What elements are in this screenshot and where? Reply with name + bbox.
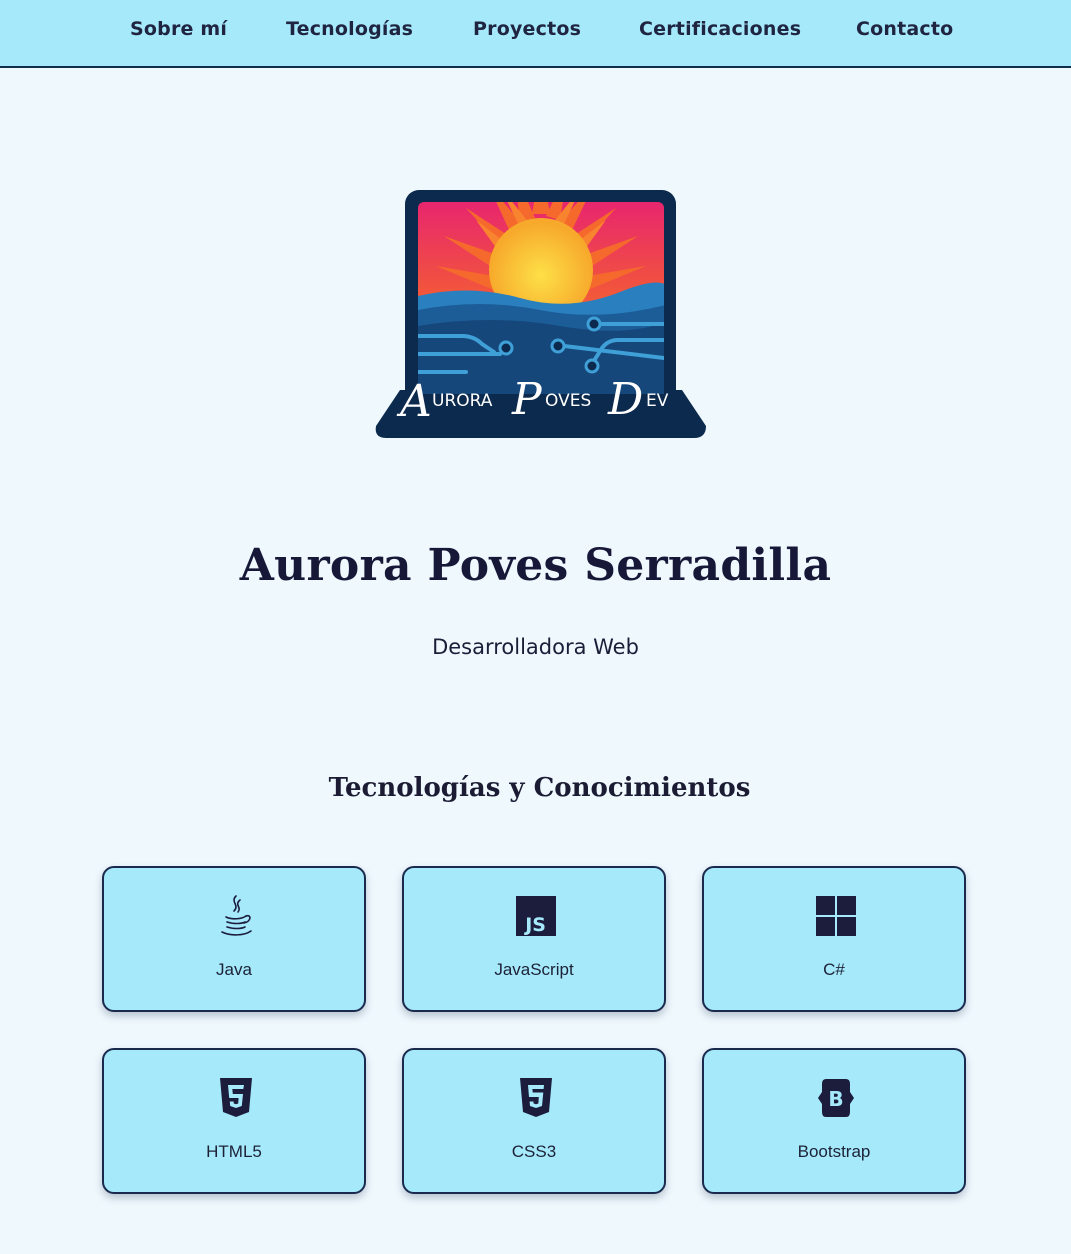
windows-icon xyxy=(816,894,856,938)
nav-link-certificaciones[interactable]: Certificaciones xyxy=(639,18,801,40)
java-icon xyxy=(216,894,256,938)
logo-text-d: D xyxy=(607,374,643,425)
skill-label: HTML5 xyxy=(206,1142,262,1161)
skill-label: Java xyxy=(216,960,252,979)
logo-text-a: A xyxy=(396,376,432,427)
skill-card-html5[interactable]: HTML5 xyxy=(102,1048,366,1194)
hero-role: Desarrolladora Web xyxy=(432,635,639,659)
svg-text:JS: JS xyxy=(523,914,546,936)
svg-text:B: B xyxy=(828,1087,843,1111)
skill-label: CSS3 xyxy=(511,1142,557,1161)
logo-text-oves: OVES xyxy=(545,391,591,411)
javascript-icon: JS xyxy=(516,894,556,938)
skill-label: Bootstrap xyxy=(797,1142,871,1161)
skill-card-csharp[interactable]: C# xyxy=(702,866,966,1012)
logo-text-ev: EV xyxy=(646,391,669,411)
aurora-poves-dev-logo: A URORA P OVES D EV xyxy=(370,158,710,444)
skill-label: JavaScript xyxy=(494,960,574,979)
skill-card-java[interactable]: Java xyxy=(102,866,366,1012)
skill-card-javascript[interactable]: JS JavaScript xyxy=(402,866,666,1012)
html5-icon xyxy=(216,1076,256,1120)
logo-text-urora: URORA xyxy=(432,391,493,411)
nav-link-contacto[interactable]: Contacto xyxy=(856,18,953,40)
css3-icon xyxy=(516,1076,556,1120)
logo-text-p: P xyxy=(511,374,543,425)
nav-link-proyectos[interactable]: Proyectos xyxy=(473,18,581,40)
skill-card-bootstrap[interactable]: B Bootstrap xyxy=(702,1048,966,1194)
hero-name: Aurora Poves Serradilla xyxy=(239,540,832,591)
bootstrap-icon: B xyxy=(816,1076,856,1120)
skill-card-css3[interactable]: CSS3 xyxy=(402,1048,666,1194)
top-navbar: Sobre mí Tecnologías Proyectos Certifica… xyxy=(0,0,1071,68)
skill-label: C# xyxy=(823,960,845,979)
nav-link-sobre-mi[interactable]: Sobre mí xyxy=(130,18,227,40)
nav-link-tecnologias[interactable]: Tecnologías xyxy=(286,18,413,40)
skills-section-title: Tecnologías y Conocimientos xyxy=(328,773,751,803)
